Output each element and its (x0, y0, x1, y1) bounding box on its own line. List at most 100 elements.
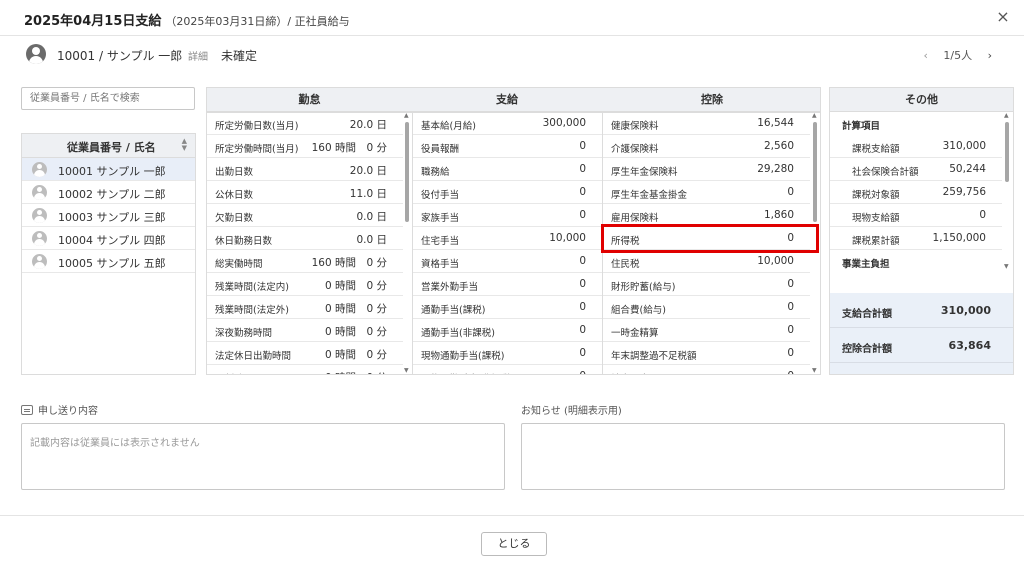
kintai-value: 160 時間 0 分 (311, 257, 387, 269)
highlight-box-shotokuzei (601, 224, 819, 253)
shikyu-value: 300,000 (542, 117, 586, 129)
shikyu-value: 0 (579, 278, 586, 290)
scroll-up-icon[interactable]: ▲ (404, 112, 409, 119)
kojo-label: 厚生年金基金掛金 (611, 190, 688, 201)
kintai-row: 遅刻時間 0 時間 0 分 (207, 365, 403, 374)
kojo-value: 0 (787, 278, 794, 290)
employee-list-item[interactable]: 10005 サンプル 五郎 (22, 250, 195, 273)
comment-icon (21, 405, 33, 415)
scroll-down-icon[interactable]: ▼ (1004, 263, 1009, 270)
shikyu-label: 役付手当 (421, 190, 460, 201)
scroll-thumb[interactable] (405, 122, 409, 222)
shikyu-label: 資格手当 (421, 259, 460, 270)
sonota-scrollbar[interactable]: ▲ ▼ (1004, 112, 1010, 270)
shikyu-row: 住宅手当 10,000 (413, 227, 602, 250)
employee-list-item[interactable]: 10001 サンプル 一郎 (22, 158, 195, 181)
handover-textarea[interactable]: 記載内容は従業員には表示されません (21, 423, 505, 490)
shikyu-row: 基本給(月給) 300,000 (413, 112, 602, 135)
notice-textarea[interactable] (521, 423, 1005, 490)
prev-icon[interactable]: ‹ (923, 49, 927, 62)
handover-label: 申し送り内容 (21, 402, 98, 417)
user-icon (32, 231, 47, 246)
employee-list-header[interactable]: 従業員番号 / 氏名 ▲ ▼ (22, 134, 195, 158)
employee-list-item[interactable]: 10002 サンプル 二郎 (22, 181, 195, 204)
kintai-label: 深夜勤務時間 (215, 328, 273, 339)
scroll-down-icon[interactable]: ▼ (812, 367, 817, 374)
kintai-header: 勤怠 (207, 88, 412, 112)
employee-list-name: 10002 サンプル 二郎 (58, 188, 166, 201)
sonota-value: 259,756 (942, 186, 986, 198)
total-row: 支給合計額 310,000 (830, 293, 1013, 328)
sort-icon[interactable]: ▲ ▼ (182, 138, 187, 152)
kojo-row: 厚生年金基金掛金 0 (603, 181, 810, 204)
employee-list-name: 10003 サンプル 三郎 (58, 211, 166, 224)
kintai-label: 出勤日数 (215, 167, 254, 178)
shikyu-value: 0 (579, 255, 586, 267)
sonota-row: 社会保険合計額 50,244 (830, 158, 1002, 181)
employee-list-name: 10005 サンプル 五郎 (58, 257, 166, 270)
shikyu-row: 現物通勤手当(非課税) 0 (413, 365, 602, 374)
sonota-value: 1,150,000 (932, 232, 986, 244)
sonota-row: 事業主負担 (830, 250, 1002, 273)
employee-name: 10001 / サンプル 一郎 (57, 49, 183, 63)
employee-list-item[interactable]: 10004 サンプル 四郎 (22, 227, 195, 250)
shikyu-value: 0 (579, 301, 586, 313)
kojo-label: 財形貯蓄(給与) (611, 282, 676, 293)
sonota-row: 課税累計額 1,150,000 (830, 227, 1002, 250)
shikyu-row: 役員報酬 0 (413, 135, 602, 158)
kojo-label: 健康保険料 (611, 121, 659, 132)
kojo-value: 0 (787, 301, 794, 313)
close-button[interactable]: とじる (481, 532, 547, 556)
kintai-value: 11.0 日 (349, 188, 387, 200)
shikyu-label: 現物通勤手当(課税) (421, 351, 505, 362)
shikyu-label: 営業外勤手当 (421, 282, 479, 293)
kintai-row: 総実働時間 160 時間 0 分 (207, 250, 403, 273)
kojo-value: 0 (787, 324, 794, 336)
kintai-value: 20.0 日 (349, 119, 387, 131)
shikyu-row: 通勤手当(非課税) 0 (413, 319, 602, 342)
kojo-row: 組合費(給与) 0 (603, 296, 810, 319)
shikyu-row: 家族手当 0 (413, 204, 602, 227)
employee-list-header-label: 従業員番号 / 氏名 (67, 141, 156, 154)
search-input[interactable] (21, 87, 195, 110)
scroll-thumb[interactable] (1005, 122, 1009, 182)
scroll-thumb[interactable] (813, 122, 817, 222)
shikyu-value: 0 (579, 347, 586, 359)
kintai-row: 所定労働時間(当月) 160 時間 0 分 (207, 135, 403, 158)
shikyu-row: 役付手当 0 (413, 181, 602, 204)
kojo-row: 財形貯蓄(給与) 0 (603, 273, 810, 296)
shikyu-value: 0 (579, 163, 586, 175)
total-value: 63,864 (948, 339, 991, 352)
shikyu-column: 基本給(月給) 300,000 役員報酬 0 職務給 0 役付手当 0 家族手当 0 住宅手当 10,… (413, 112, 602, 374)
shikyu-row: 現物通勤手当(課税) 0 (413, 342, 602, 365)
sonota-label: 社会保険合計額 (852, 167, 919, 178)
kojo-label: 年末調整過不足税額 (611, 351, 697, 362)
next-icon[interactable]: › (988, 49, 992, 62)
kintai-label: 公休日数 (215, 190, 254, 201)
kintai-label: 法定休日出勤時間 (215, 351, 292, 362)
employee-pager: ‹ 1/5人 › (917, 47, 998, 63)
sonota-label: 課税累計額 (852, 236, 900, 247)
kintai-scrollbar[interactable]: ▲ ▼ (404, 112, 410, 374)
sonota-value: 310,000 (942, 140, 986, 152)
kojo-row: 住民税 10,000 (603, 250, 810, 273)
shikyu-label: 職務給 (421, 167, 450, 178)
sonota-section-heading: 事業主負担 (842, 259, 890, 270)
kintai-label: 所定労働日数(当月) (215, 121, 299, 132)
sonota-row: 課税支給額 310,000 (830, 135, 1002, 158)
scroll-up-icon[interactable]: ▲ (1004, 112, 1009, 119)
employee-list-item[interactable]: 10003 サンプル 三郎 (22, 204, 195, 227)
detail-link[interactable]: 詳細 (188, 48, 208, 63)
close-icon[interactable]: × (994, 8, 1012, 26)
scroll-down-icon[interactable]: ▼ (404, 367, 409, 374)
kojo-label: 住民税 (611, 259, 640, 270)
employee-list-name: 10001 サンプル 一郎 (58, 165, 166, 178)
kojo-label: 一時金精算 (611, 328, 659, 339)
sonota-header: その他 (830, 88, 1013, 112)
kintai-value: 0.0 日 (356, 211, 387, 223)
shikyu-label: 通勤手当(課税) (421, 305, 486, 316)
payroll-subtitle: （2025年03月31日締）/ 正社員給与 (165, 15, 350, 28)
total-row: 差引支給額246,136 (830, 363, 1013, 374)
kintai-value: 0 時間 0 分 (325, 370, 387, 374)
scroll-up-icon[interactable]: ▲ (812, 112, 817, 119)
